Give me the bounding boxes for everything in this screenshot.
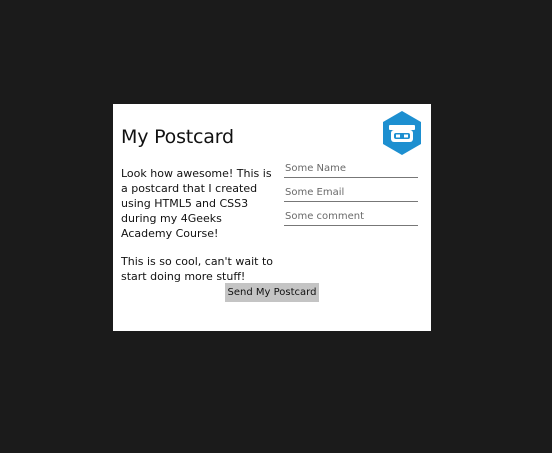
comment-input[interactable]: [284, 206, 418, 226]
send-postcard-button[interactable]: Send My Postcard: [225, 283, 319, 302]
name-input[interactable]: [284, 158, 418, 178]
postcard-message: Look how awesome! This is a postcard tha…: [121, 166, 273, 297]
postcard-form: [284, 158, 418, 230]
message-paragraph-1: Look how awesome! This is a postcard tha…: [121, 167, 272, 240]
postcard-title: My Postcard: [121, 126, 234, 148]
4geeks-robot-hexagon-icon: [383, 111, 421, 155]
email-input[interactable]: [284, 182, 418, 202]
message-paragraph-2: This is so cool, can't wait to start doi…: [121, 255, 274, 283]
postcard-card: My Postcard Look how awesome! This is a …: [113, 104, 431, 331]
